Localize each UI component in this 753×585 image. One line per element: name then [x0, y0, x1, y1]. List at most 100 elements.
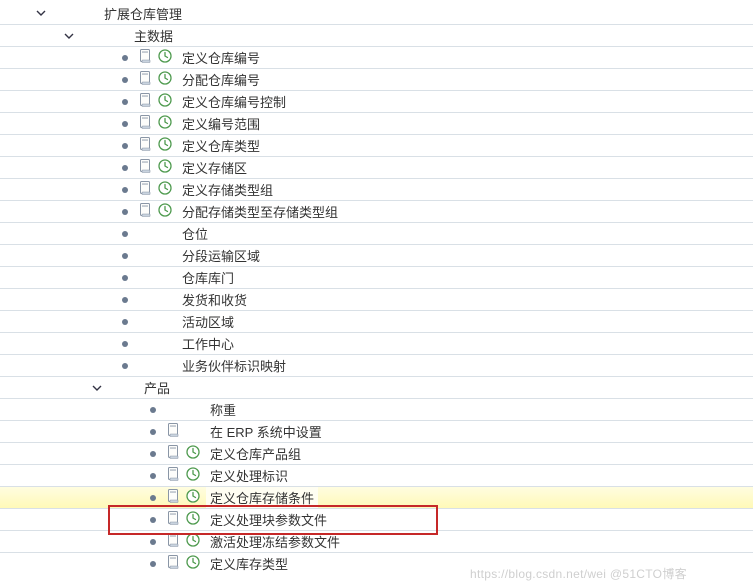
- tree-node-masterdata[interactable]: 主数据: [0, 24, 753, 46]
- document-icon[interactable]: [166, 422, 182, 441]
- clock-icon[interactable]: [157, 70, 173, 89]
- tree-leaf[interactable]: 仓库库门: [0, 266, 753, 288]
- expand-icon[interactable]: [34, 6, 48, 20]
- node-label: 产品: [140, 378, 170, 397]
- node-label: 激活处理冻结参数文件: [206, 532, 340, 551]
- tree-leaf[interactable]: 分配存储类型至存储类型组: [0, 200, 753, 222]
- icon-group: [166, 510, 206, 529]
- document-icon[interactable]: [166, 466, 182, 485]
- node-label: 发货和收货: [178, 290, 247, 309]
- bullet-icon: [122, 55, 128, 61]
- node-label: 定义存储类型组: [178, 180, 273, 199]
- bullet-icon: [122, 253, 128, 259]
- clock-icon[interactable]: [157, 180, 173, 199]
- clock-icon[interactable]: [157, 114, 173, 133]
- document-icon[interactable]: [138, 114, 154, 133]
- icon-group: [138, 202, 178, 221]
- clock-icon[interactable]: [157, 158, 173, 177]
- bullet-icon: [150, 407, 156, 413]
- tree-leaf[interactable]: 仓位: [0, 222, 753, 244]
- document-icon[interactable]: [138, 70, 154, 89]
- bullet-icon: [122, 363, 128, 369]
- document-icon[interactable]: [166, 532, 182, 551]
- tree-leaf[interactable]: 发货和收货: [0, 288, 753, 310]
- clock-icon[interactable]: [185, 444, 201, 463]
- node-label: 定义存储区: [178, 158, 247, 177]
- tree-leaf[interactable]: 定义编号范围: [0, 112, 753, 134]
- node-label: 定义仓库产品组: [206, 444, 301, 463]
- tree-navigator: 扩展仓库管理 主数据 定义仓库编号分配仓库编号定义仓库编号控制定义编号范围定义仓…: [0, 0, 753, 585]
- document-icon[interactable]: [138, 202, 154, 221]
- icon-group: [138, 70, 178, 89]
- bullet-icon: [150, 451, 156, 457]
- clock-icon[interactable]: [185, 488, 201, 507]
- bullet-icon: [122, 341, 128, 347]
- tree-leaf[interactable]: 定义处理标识: [0, 464, 753, 486]
- tree-leaf[interactable]: 分段运输区域: [0, 244, 753, 266]
- node-label: 分配仓库编号: [178, 70, 260, 89]
- icon-group: [166, 532, 206, 551]
- document-icon[interactable]: [138, 136, 154, 155]
- icon-group: [166, 488, 206, 507]
- tree-leaf[interactable]: 工作中心: [0, 332, 753, 354]
- clock-icon[interactable]: [157, 136, 173, 155]
- tree-leaf[interactable]: 定义仓库编号控制: [0, 90, 753, 112]
- tree-leaf[interactable]: 分配仓库编号: [0, 68, 753, 90]
- node-label: 活动区域: [178, 312, 234, 331]
- tree-leaf[interactable]: 活动区域: [0, 310, 753, 332]
- icon-group: [138, 48, 178, 67]
- tree-node-product[interactable]: 产品: [0, 376, 753, 398]
- document-icon[interactable]: [138, 92, 154, 111]
- document-icon[interactable]: [166, 510, 182, 529]
- document-icon[interactable]: [166, 554, 182, 573]
- clock-icon[interactable]: [185, 554, 201, 573]
- document-icon[interactable]: [166, 444, 182, 463]
- node-label: 定义仓库存储条件: [206, 487, 318, 508]
- clock-icon[interactable]: [185, 532, 201, 551]
- node-label: 分配存储类型至存储类型组: [178, 202, 338, 221]
- bullet-icon: [122, 231, 128, 237]
- expand-icon[interactable]: [62, 29, 76, 43]
- bullet-icon: [150, 517, 156, 523]
- bullet-icon: [122, 187, 128, 193]
- clock-icon[interactable]: [185, 466, 201, 485]
- document-icon[interactable]: [138, 48, 154, 67]
- bullet-icon: [122, 99, 128, 105]
- icon-group: [166, 554, 206, 573]
- node-label: 主数据: [130, 26, 173, 45]
- bullet-icon: [150, 473, 156, 479]
- clock-icon[interactable]: [157, 202, 173, 221]
- tree-leaf[interactable]: 激活处理冻结参数文件: [0, 530, 753, 552]
- tree-leaf[interactable]: 定义仓库产品组: [0, 442, 753, 464]
- bullet-icon: [150, 495, 156, 501]
- document-icon[interactable]: [138, 158, 154, 177]
- bullet-icon: [122, 209, 128, 215]
- tree-leaf[interactable]: 在 ERP 系统中设置: [0, 420, 753, 442]
- tree-leaf[interactable]: 业务伙伴标识映射: [0, 354, 753, 376]
- bullet-icon: [122, 275, 128, 281]
- tree: 扩展仓库管理 主数据 定义仓库编号分配仓库编号定义仓库编号控制定义编号范围定义仓…: [0, 0, 753, 576]
- icon-group: [138, 158, 178, 177]
- icon-group: [166, 466, 206, 485]
- node-label: 定义库存类型: [206, 554, 288, 573]
- tree-leaf[interactable]: 定义仓库编号: [0, 46, 753, 68]
- document-icon[interactable]: [166, 488, 182, 507]
- tree-leaf[interactable]: 定义处理块参数文件: [0, 508, 753, 530]
- expand-icon[interactable]: [90, 381, 104, 395]
- bullet-icon: [122, 143, 128, 149]
- bullet-icon: [150, 561, 156, 567]
- clock-icon[interactable]: [157, 48, 173, 67]
- tree-leaf[interactable]: 定义存储区: [0, 156, 753, 178]
- document-icon[interactable]: [138, 180, 154, 199]
- bullet-icon: [122, 77, 128, 83]
- clock-icon[interactable]: [157, 92, 173, 111]
- clock-icon[interactable]: [185, 510, 201, 529]
- tree-leaf[interactable]: 定义存储类型组: [0, 178, 753, 200]
- tree-leaf[interactable]: 定义仓库存储条件: [0, 486, 753, 508]
- watermark-text: https://blog.csdn.net/wei @51CTO博客: [470, 565, 687, 582]
- tree-leaf[interactable]: 称重: [0, 398, 753, 420]
- tree-leaf[interactable]: 定义仓库类型: [0, 134, 753, 156]
- node-label: 定义仓库编号: [178, 48, 260, 67]
- node-label: 仓位: [178, 224, 208, 243]
- tree-node-root[interactable]: 扩展仓库管理: [0, 2, 753, 24]
